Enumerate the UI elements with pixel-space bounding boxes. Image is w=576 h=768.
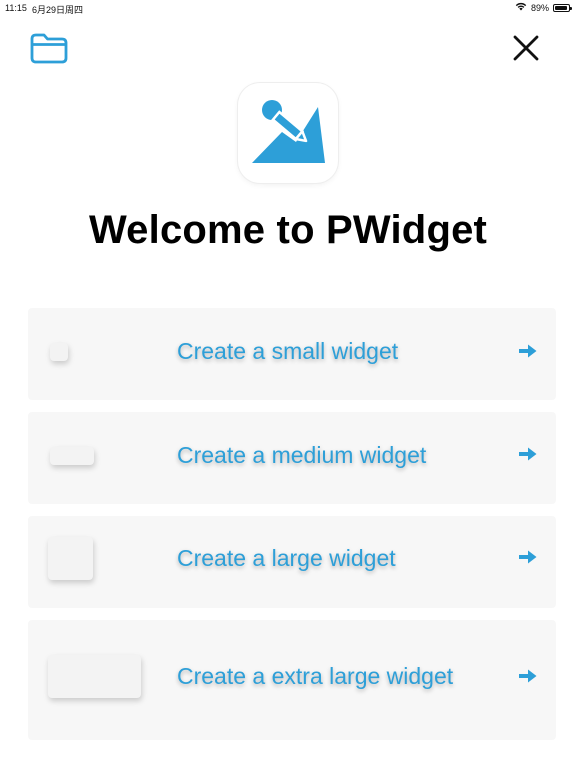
status-bar: 11:15 6月29日周四 89% [0, 0, 576, 16]
extra-large-widget-thumbnail [48, 655, 141, 698]
create-small-widget-row[interactable]: Create a small widget [28, 308, 556, 400]
arrow-right-icon [519, 550, 537, 564]
arrow-right-icon [519, 669, 537, 683]
create-large-widget-label: Create a large widget [177, 545, 396, 571]
status-time: 11:15 [5, 3, 27, 13]
create-small-widget-label: Create a small widget [177, 338, 399, 364]
close-icon [513, 35, 539, 61]
create-extra-large-widget-row[interactable]: Create a extra large widget [28, 620, 556, 740]
battery-icon [553, 3, 572, 12]
create-medium-widget-label: Create a medium widget [177, 442, 427, 468]
welcome-title: Welcome to PWidget [88, 208, 488, 252]
app-icon [238, 83, 338, 183]
folder-button[interactable] [29, 31, 69, 65]
status-date: 6月29日周四 [32, 5, 84, 15]
create-extra-large-widget-label: Create a extra large widget [177, 663, 454, 689]
large-widget-thumbnail [48, 537, 93, 580]
folder-icon [30, 33, 68, 64]
create-large-widget-row[interactable]: Create a large widget [28, 516, 556, 608]
wifi-icon [515, 2, 527, 13]
battery-level [555, 5, 567, 10]
small-widget-thumbnail [50, 343, 68, 361]
pwidget-logo [252, 100, 325, 163]
battery-percent: 89% [530, 2, 549, 13]
medium-widget-thumbnail [50, 447, 94, 465]
arrow-right-icon [519, 447, 537, 461]
status-right: 89% [515, 2, 572, 13]
close-button[interactable] [512, 34, 540, 62]
create-medium-widget-row[interactable]: Create a medium widget [28, 412, 556, 504]
arrow-right-icon [519, 344, 537, 358]
